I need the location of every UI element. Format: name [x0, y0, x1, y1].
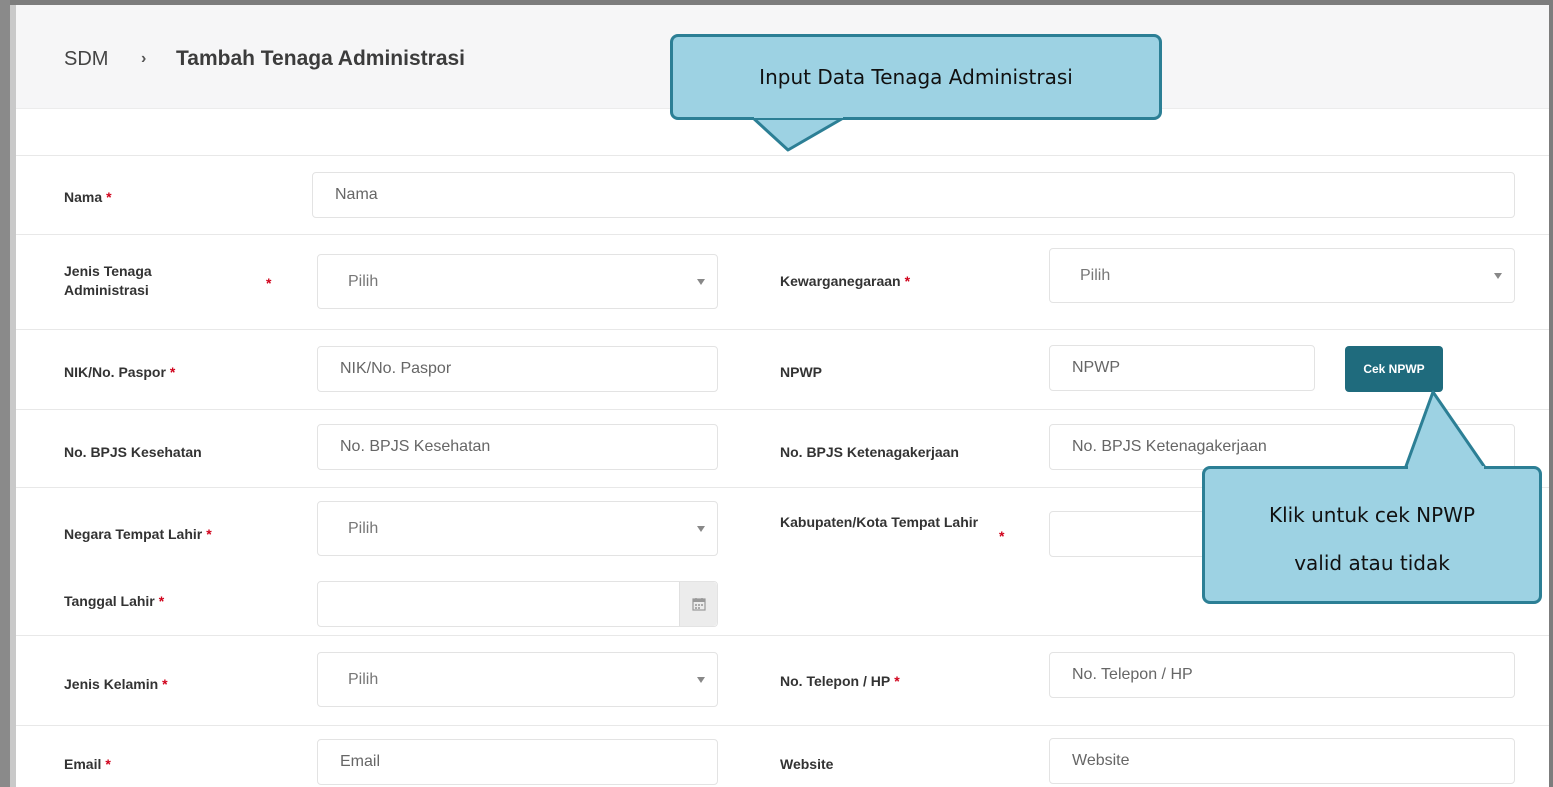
bpjs-kesehatan-input[interactable]: No. BPJS Kesehatan: [317, 424, 718, 470]
nik-label: NIK/No. Paspor *: [64, 364, 176, 380]
required-mark: *: [266, 275, 272, 291]
tanggal-lahir-input[interactable]: [317, 581, 718, 627]
callout-input-data: Input Data Tenaga Administrasi: [670, 34, 1162, 120]
negara-lahir-label: Negara Tempat Lahir *: [64, 526, 212, 542]
email-input[interactable]: Email: [317, 739, 718, 785]
npwp-label: NPWP: [780, 364, 822, 380]
page-title: Tambah Tenaga Administrasi: [176, 47, 466, 70]
page-content: SDM › Tambah Tenaga Administrasi Nama * N…: [16, 5, 1549, 787]
jenis-kelamin-select[interactable]: Pilih: [317, 652, 718, 707]
chevron-down-icon: [1494, 272, 1502, 279]
telepon-label: No. Telepon / HP *: [780, 673, 900, 689]
email-label: Email *: [64, 756, 111, 772]
calendar-icon[interactable]: [679, 582, 717, 626]
kewarganegaraan-select[interactable]: Pilih: [1049, 248, 1515, 303]
nama-input[interactable]: Nama: [312, 172, 1515, 218]
chevron-down-icon: [697, 278, 705, 285]
bpjs-ketenagakerjaan-input[interactable]: No. BPJS Ketenagakerjaan: [1049, 424, 1515, 470]
row-divider: [16, 635, 1549, 636]
bpjs-kesehatan-label: No. BPJS Kesehatan: [64, 444, 202, 460]
required-mark: *: [999, 528, 1005, 544]
breadcrumb-separator-icon: ›: [141, 50, 147, 67]
nik-input[interactable]: NIK/No. Paspor: [317, 346, 718, 392]
window-frame-left: [0, 0, 10, 787]
row-divider: [16, 725, 1549, 726]
row-divider: [16, 155, 1549, 156]
row-divider: [16, 234, 1549, 235]
website-label: Website: [780, 756, 834, 772]
callout-text-line: Klik untuk cek NPWP: [1268, 503, 1476, 527]
jenis-tenaga-label: Jenis Tenaga Administrasi: [64, 263, 152, 298]
chevron-down-icon: [697, 525, 705, 532]
npwp-input[interactable]: NPWP: [1049, 345, 1315, 391]
nama-label: Nama *: [64, 189, 112, 205]
breadcrumb-root[interactable]: SDM: [64, 48, 108, 71]
kota-lahir-label: Kabupaten/Kota Tempat Lahir: [780, 514, 979, 530]
tanggal-lahir-label: Tanggal Lahir *: [64, 593, 165, 609]
kewarganegaraan-label: Kewarganegaraan *: [780, 273, 911, 289]
row-divider: [16, 329, 1549, 330]
jenis-kelamin-label: Jenis Kelamin *: [64, 676, 168, 692]
bpjs-ketenagakerjaan-label: No. BPJS Ketenagakerjaan: [780, 444, 959, 460]
chevron-down-icon: [697, 676, 705, 683]
jenis-tenaga-select[interactable]: Pilih: [317, 254, 718, 309]
website-input[interactable]: Website: [1049, 738, 1515, 784]
telepon-input[interactable]: No. Telepon / HP: [1049, 652, 1515, 698]
row-divider: [16, 409, 1549, 410]
cek-npwp-button[interactable]: Cek NPWP: [1345, 346, 1443, 392]
callout-cek-npwp: Klik untuk cek NPWP valid atau tidak: [1202, 466, 1542, 604]
negara-lahir-select[interactable]: Pilih: [317, 501, 718, 556]
window-frame-right: [1549, 0, 1553, 787]
callout-text-line: valid atau tidak: [1294, 551, 1450, 575]
